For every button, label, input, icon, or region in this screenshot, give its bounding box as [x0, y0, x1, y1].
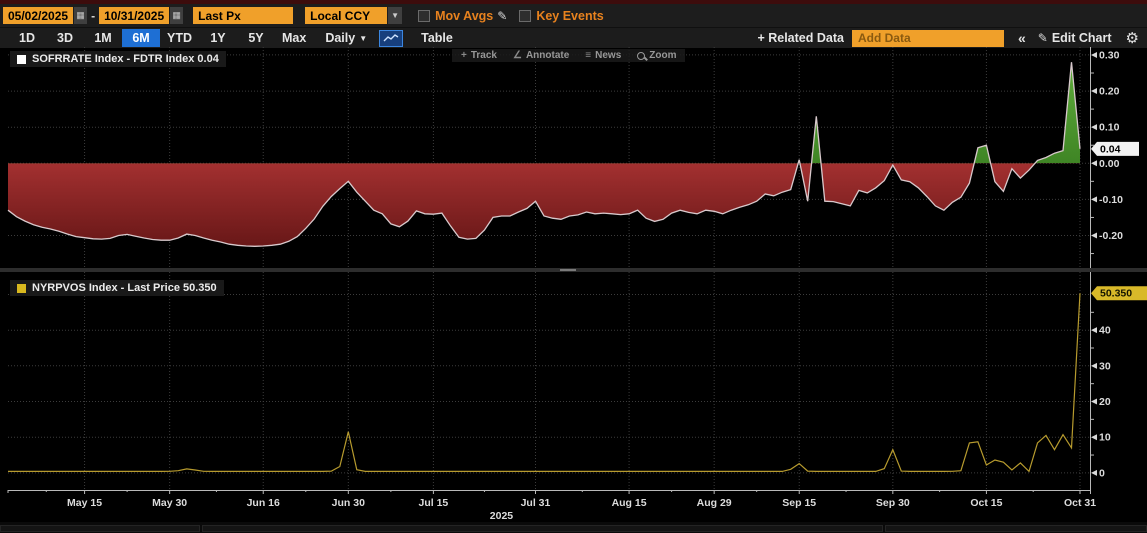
spread-chart-panel[interactable]: 0.30 0.20 0.10 0.00 -0.10 -0.20 0.04 [0, 47, 1147, 268]
svg-text:-0.10: -0.10 [1099, 194, 1123, 206]
track-button[interactable]: + Track [461, 50, 497, 61]
line-chart-type-icon[interactable] [379, 30, 403, 47]
zoom-label: Zoom [649, 50, 676, 61]
svg-text:0.10: 0.10 [1099, 122, 1120, 134]
calendar-icon[interactable]: ▦ [170, 7, 183, 24]
svg-text:Oct 15: Oct 15 [970, 497, 1002, 509]
svg-text:-0.20: -0.20 [1099, 230, 1123, 242]
svg-text:20: 20 [1099, 396, 1111, 408]
annotate-button[interactable]: ∠ Annotate [513, 50, 569, 61]
date-range-separator: - [91, 9, 95, 23]
svg-text:Oct 31: Oct 31 [1064, 497, 1096, 509]
chart-settings-toolbar: 05/02/2025 ▦ - 10/31/2025 ▦ Last Px Loca… [0, 4, 1147, 27]
status-segment [885, 525, 1147, 532]
table-button[interactable]: Table [421, 31, 453, 45]
range-button-max[interactable]: Max [275, 29, 313, 47]
add-data-input[interactable]: Add Data [852, 30, 1004, 47]
bottom-panel-legend[interactable]: NYRPVOS Index - Last Price 50.350 [10, 280, 224, 296]
calendar-icon[interactable]: ▦ [74, 7, 87, 24]
svg-text:50.350: 50.350 [1100, 288, 1132, 300]
add-data-placeholder: Add Data [858, 31, 911, 45]
svg-text:Jul 31: Jul 31 [521, 497, 551, 509]
bloomberg-chart-window: 05/02/2025 ▦ - 10/31/2025 ▦ Last Px Loca… [0, 0, 1147, 533]
range-button-1m[interactable]: 1M [84, 29, 122, 47]
bottom-status-strip [0, 522, 1147, 533]
price-source-value: Last Px [198, 9, 241, 23]
svg-text:40: 40 [1099, 325, 1111, 337]
series-swatch-icon [17, 284, 26, 293]
svg-text:2025: 2025 [490, 510, 514, 522]
range-button-1y[interactable]: 1Y [199, 29, 237, 47]
svg-text:Jul 15: Jul 15 [419, 497, 449, 509]
annotate-label: Annotate [526, 50, 569, 61]
range-button-1d[interactable]: 1D [8, 29, 46, 47]
svg-text:Aug 15: Aug 15 [612, 497, 647, 509]
top-panel-legend[interactable]: SOFRRATE Index - FDTR Index 0.04 [10, 51, 226, 67]
chart-range-toolbar: 1D 3D 1M 6M YTD 1Y 5Y Max Daily ▼ Table … [0, 27, 1147, 48]
svg-text:10: 10 [1099, 432, 1111, 444]
svg-text:Sep 30: Sep 30 [876, 497, 910, 509]
periodicity-dropdown[interactable]: Daily [325, 31, 355, 45]
edit-chart-pencil-icon: ✎ [1038, 31, 1048, 45]
range-button-6m[interactable]: 6M [122, 29, 160, 47]
price-source-field[interactable]: Last Px [193, 7, 293, 24]
nyrpvos-chart-panel[interactable]: 40 30 20 10 0 50.350 [0, 272, 1147, 490]
magnifier-icon [637, 52, 645, 60]
mov-avgs-checkbox[interactable] [418, 10, 430, 22]
end-date-value: 10/31/2025 [104, 9, 164, 23]
currency-field[interactable]: Local CCY [305, 7, 387, 24]
currency-dropdown-caret-icon[interactable]: ▼ [388, 7, 402, 24]
panel-resize-handle[interactable] [560, 269, 576, 271]
related-data-button[interactable]: + Related Data [757, 31, 844, 45]
svg-text:Sep 15: Sep 15 [782, 497, 816, 509]
pencil-icon[interactable]: ✎ [497, 9, 507, 23]
zoom-button[interactable]: Zoom [637, 50, 676, 61]
svg-text:Jun 30: Jun 30 [332, 497, 365, 509]
range-button-3d[interactable]: 3D [46, 29, 84, 47]
periodicity-value: Daily [325, 31, 355, 45]
edit-chart-button[interactable]: Edit Chart [1052, 31, 1112, 45]
svg-text:0.04: 0.04 [1100, 143, 1121, 155]
svg-text:0: 0 [1099, 467, 1105, 479]
svg-text:May 30: May 30 [152, 497, 187, 509]
svg-text:Jun 16: Jun 16 [247, 497, 280, 509]
end-date-field[interactable]: 10/31/2025 [99, 7, 169, 24]
collapse-toolbar-button[interactable]: « [1018, 30, 1026, 46]
track-label: Track [471, 50, 497, 61]
range-button-ytd[interactable]: YTD [160, 29, 199, 47]
news-lines-icon: ≡ [585, 50, 591, 61]
chart-hover-tools: + Track ∠ Annotate ≡ News Zoom [452, 49, 685, 62]
series-swatch-icon [17, 55, 26, 64]
svg-text:0.20: 0.20 [1099, 86, 1120, 98]
periodicity-caret-icon: ▼ [359, 34, 367, 43]
mov-avgs-label: Mov Avgs [435, 9, 493, 23]
key-events-label: Key Events [536, 9, 603, 23]
currency-value: Local CCY [310, 9, 370, 23]
status-segment [0, 525, 200, 532]
annotate-angle-icon: ∠ [513, 50, 522, 61]
track-crosshair-icon: + [461, 50, 467, 61]
start-date-field[interactable]: 05/02/2025 [3, 7, 73, 24]
svg-text:0.30: 0.30 [1099, 49, 1120, 61]
key-events-checkbox[interactable] [519, 10, 531, 22]
start-date-value: 05/02/2025 [8, 9, 68, 23]
top-panel-legend-label: SOFRRATE Index - FDTR Index 0.04 [32, 53, 219, 65]
svg-text:0.00: 0.00 [1099, 158, 1120, 170]
news-button[interactable]: ≡ News [585, 50, 621, 61]
status-segment [202, 525, 883, 532]
svg-text:30: 30 [1099, 360, 1111, 372]
range-button-5y[interactable]: 5Y [237, 29, 275, 47]
svg-text:May 15: May 15 [67, 497, 102, 509]
bottom-panel-legend-label: NYRPVOS Index - Last Price 50.350 [32, 282, 217, 294]
gear-icon[interactable]: ⚙ [1126, 29, 1139, 47]
svg-text:Aug 29: Aug 29 [697, 497, 732, 509]
news-label: News [595, 50, 621, 61]
